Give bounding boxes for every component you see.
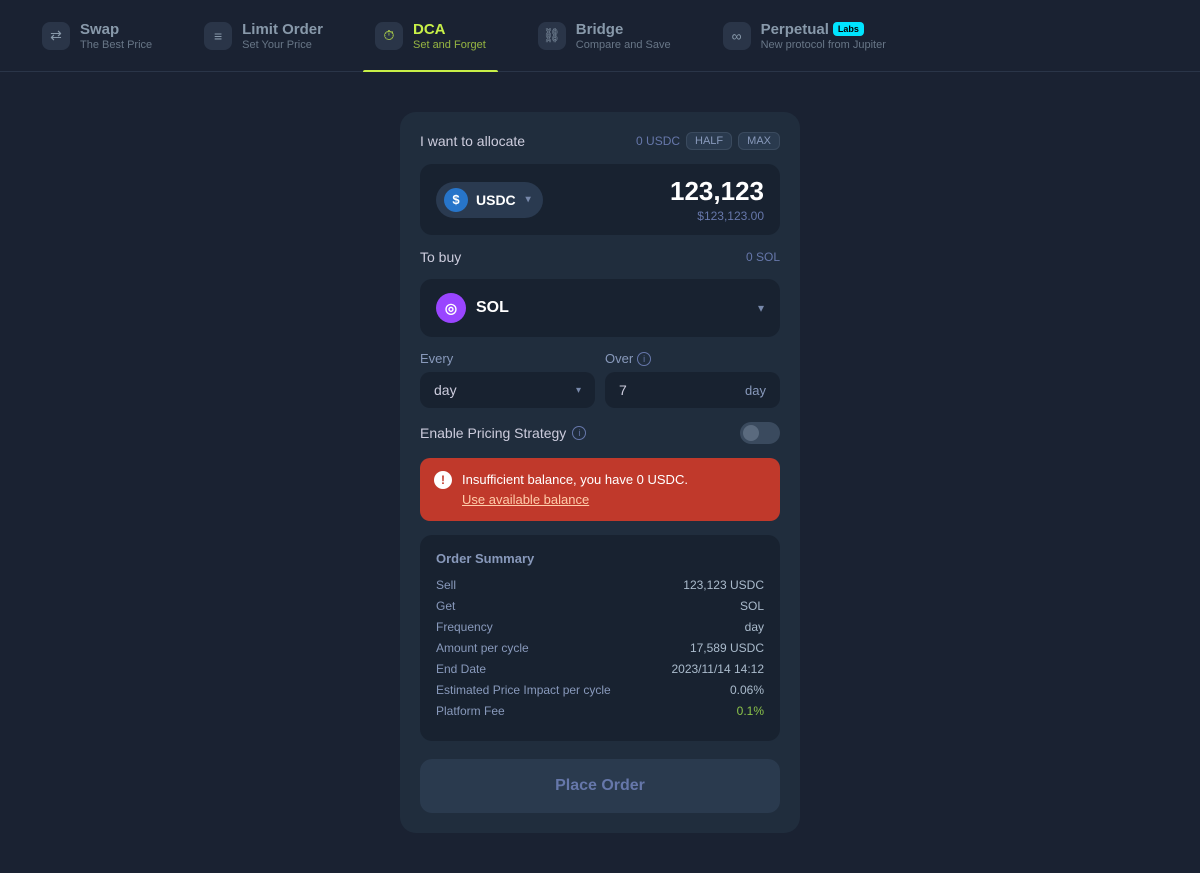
dca-card: I want to allocate 0 USDC HALF MAX $ USD… — [400, 112, 800, 833]
pricing-info-icon[interactable]: i — [572, 426, 586, 440]
summary-row: Frequency day — [436, 620, 764, 634]
allocate-header: I want to allocate 0 USDC HALF MAX — [420, 132, 780, 150]
summary-key: Amount per cycle — [436, 641, 529, 655]
pricing-label: Enable Pricing Strategy i — [420, 425, 586, 441]
error-icon: ! — [434, 471, 452, 489]
over-input-box: day — [605, 372, 780, 408]
summary-row: Sell 123,123 USDC — [436, 578, 764, 592]
to-buy-balance: 0 SOL — [746, 250, 780, 264]
nav-item-perpetual[interactable]: ∞ PerpetualLabs New protocol from Jupite… — [701, 0, 908, 72]
summary-key: Estimated Price Impact per cycle — [436, 683, 611, 697]
labs-badge: Labs — [833, 22, 864, 36]
usdc-icon: $ — [444, 188, 468, 212]
allocate-title: I want to allocate — [420, 133, 525, 149]
swap-icon: ⇄ — [42, 22, 70, 50]
amount-usd: $123,123.00 — [670, 209, 764, 223]
error-box: ! Insufficient balance, you have 0 USDC.… — [420, 458, 780, 521]
to-token-chevron: ▾ — [758, 301, 764, 315]
limit-icon: ≡ — [204, 22, 232, 50]
amount-display: 123,123 $123,123.00 — [670, 176, 764, 223]
order-summary: Order Summary Sell 123,123 USDC Get SOL Freq… — [420, 535, 780, 741]
sol-icon: ◎ — [436, 293, 466, 323]
balance-area: 0 USDC HALF MAX — [636, 132, 780, 150]
navigation: ⇄ Swap The Best Price ≡ Limit Order Set … — [0, 0, 1200, 72]
summary-value: 2023/11/14 14:12 — [671, 662, 764, 676]
max-button[interactable]: MAX — [738, 132, 780, 150]
over-group: Over i day — [605, 351, 780, 408]
every-chevron: ▾ — [576, 385, 581, 396]
every-label: Every — [420, 351, 595, 366]
error-link[interactable]: Use available balance — [462, 490, 688, 510]
from-token-selector[interactable]: $ USDC ▾ — [436, 182, 543, 218]
to-buy-header: To buy 0 SOL — [420, 249, 780, 265]
nav-item-bridge[interactable]: ⛓ Bridge Compare and Save — [516, 0, 693, 72]
summary-row: Estimated Price Impact per cycle 0.06% — [436, 683, 764, 697]
over-label: Over i — [605, 351, 780, 366]
summary-row: End Date 2023/11/14 14:12 — [436, 662, 764, 676]
half-button[interactable]: HALF — [686, 132, 732, 150]
summary-key: Frequency — [436, 620, 493, 634]
perpetual-icon: ∞ — [723, 22, 751, 50]
summary-value: day — [745, 620, 764, 634]
nav-sub-bridge: Compare and Save — [576, 39, 671, 51]
summary-key: Get — [436, 599, 455, 613]
summary-value: 0.1% — [737, 704, 764, 718]
nav-label-perpetual: PerpetualLabs — [761, 21, 886, 39]
summary-value: 17,589 USDC — [690, 641, 764, 655]
summary-key: Sell — [436, 578, 456, 592]
nav-item-dca[interactable]: ⏱ DCA Set and Forget — [353, 0, 508, 72]
to-token-selector[interactable]: ◎ SOL ▾ — [420, 279, 780, 337]
every-group: Every day ▾ — [420, 351, 595, 408]
nav-sub-dca: Set and Forget — [413, 39, 486, 51]
summary-row: Platform Fee 0.1% — [436, 704, 764, 718]
over-info-icon[interactable]: i — [637, 352, 651, 366]
summary-title: Order Summary — [436, 551, 764, 566]
amount-value: 123,123 — [670, 176, 764, 207]
bridge-icon: ⛓ — [538, 22, 566, 50]
summary-value: 0.06% — [730, 683, 764, 697]
summary-key: Platform Fee — [436, 704, 505, 718]
allocate-input-box: $ USDC ▾ 123,123 $123,123.00 — [420, 164, 780, 235]
balance-text: 0 USDC — [636, 134, 680, 148]
nav-item-limit[interactable]: ≡ Limit Order Set Your Price — [182, 0, 345, 72]
frequency-row: Every day ▾ Over i day — [420, 351, 780, 408]
every-select[interactable]: day ▾ — [420, 372, 595, 408]
nav-item-swap[interactable]: ⇄ Swap The Best Price — [20, 0, 174, 72]
summary-key: End Date — [436, 662, 486, 676]
place-order-button[interactable]: Place Order — [420, 759, 780, 813]
dca-icon: ⏱ — [375, 22, 403, 50]
every-value: day — [434, 382, 457, 398]
nav-label-bridge: Bridge — [576, 21, 671, 39]
nav-sub-swap: The Best Price — [80, 39, 152, 51]
to-token-label: SOL — [476, 299, 509, 317]
from-token-chevron: ▾ — [526, 194, 531, 205]
pricing-toggle[interactable] — [740, 422, 780, 444]
summary-row: Amount per cycle 17,589 USDC — [436, 641, 764, 655]
summary-row: Get SOL — [436, 599, 764, 613]
nav-label-swap: Swap — [80, 21, 152, 39]
to-buy-title: To buy — [420, 249, 461, 265]
over-unit: day — [745, 383, 766, 398]
error-text: Insufficient balance, you have 0 USDC. U… — [462, 470, 688, 509]
nav-label-dca: DCA — [413, 21, 486, 39]
nav-sub-limit: Set Your Price — [242, 39, 323, 51]
from-token-label: USDC — [476, 192, 516, 208]
nav-label-limit: Limit Order — [242, 21, 323, 39]
pricing-strategy-row: Enable Pricing Strategy i — [420, 422, 780, 444]
over-number-input[interactable] — [619, 382, 679, 398]
summary-value: 123,123 USDC — [683, 578, 764, 592]
summary-rows: Sell 123,123 USDC Get SOL Frequency day Amount… — [436, 578, 764, 718]
summary-value: SOL — [740, 599, 764, 613]
main-content: I want to allocate 0 USDC HALF MAX $ USD… — [0, 72, 1200, 873]
nav-sub-perpetual: New protocol from Jupiter — [761, 39, 886, 51]
